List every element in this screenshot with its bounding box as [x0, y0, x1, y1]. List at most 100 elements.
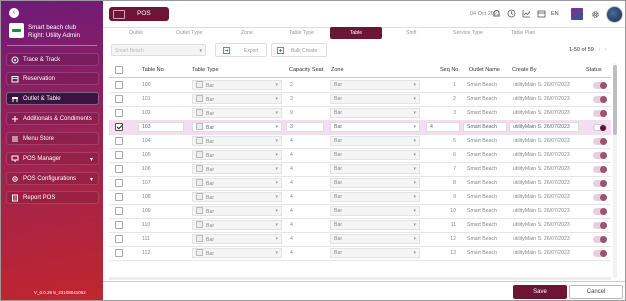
zone-select[interactable]: Bar ▾	[330, 150, 420, 160]
capacity-seat-field[interactable]: 3	[286, 94, 324, 104]
seq-no-field[interactable]: 11	[426, 220, 460, 230]
row-checkbox[interactable]	[115, 179, 123, 187]
sidebar-item-report-pos[interactable]: Report POS	[6, 191, 99, 204]
tab-service-type[interactable]: Service Type	[453, 30, 483, 36]
table-no-field[interactable]: 109	[138, 206, 184, 216]
seq-no-field[interactable]: 3	[426, 108, 460, 118]
capacity-seat-field[interactable]: 9	[286, 108, 324, 118]
save-button[interactable]: Save	[513, 285, 567, 299]
gear-icon[interactable]	[591, 10, 600, 19]
table-row[interactable]: 108 Bar ▾ 4 Bar ▾ 9 Smart Beach utilityMain S. 2…	[109, 190, 611, 205]
table-no-field[interactable]: 105	[138, 150, 184, 160]
table-no-field[interactable]: 108	[138, 192, 184, 202]
zone-select[interactable]: Bar ▾	[330, 136, 420, 146]
col-seq-no[interactable]: Seq No.	[440, 67, 460, 73]
tab-outlet-type[interactable]: Outlet Type	[176, 30, 202, 36]
row-checkbox[interactable]	[115, 95, 123, 103]
table-row[interactable]: 100 Bar ▾ 2 Bar ▾ 1 Smart Beach utilityMain S. 2…	[109, 78, 611, 93]
seq-no-field[interactable]: 12	[426, 234, 460, 244]
status-toggle[interactable]	[593, 138, 607, 145]
seq-no-field[interactable]: 5	[426, 136, 460, 146]
col-zone[interactable]: Zone	[331, 67, 344, 73]
scrollbar-thumb[interactable]	[613, 65, 617, 135]
zone-select[interactable]: Bar ▾	[330, 178, 420, 188]
table-type-select[interactable]: Bar ▾	[192, 136, 282, 146]
table-type-select[interactable]: Bar ▾	[192, 234, 282, 244]
status-toggle[interactable]	[593, 166, 607, 173]
table-row[interactable]: 112 Bar ▾ 4 Bar ▾ 13 Smart Beach utilityMain S. …	[109, 246, 611, 261]
tab-shift[interactable]: Shift	[406, 30, 416, 36]
back-button[interactable]: ‹	[9, 8, 19, 18]
table-no-field[interactable]: 100	[138, 80, 184, 90]
seq-no-field[interactable]: 6	[426, 150, 460, 160]
table-type-select[interactable]: Bar ▾	[192, 108, 282, 118]
table-row[interactable]: 104 Bar ▾ 4 Bar ▾ 5 Smart Beach utilityMain S. 2…	[109, 134, 611, 149]
status-toggle[interactable]	[593, 250, 607, 257]
status-toggle[interactable]	[593, 222, 607, 229]
status-toggle[interactable]	[593, 236, 607, 243]
col-table-type[interactable]: Table Type	[192, 67, 219, 73]
col-status[interactable]: Status	[586, 67, 602, 73]
zone-select[interactable]: Bar ▾	[330, 192, 420, 202]
zone-select[interactable]: Bar ▾	[330, 108, 420, 118]
row-checkbox[interactable]	[115, 123, 123, 131]
table-type-select[interactable]: Bar ▾	[192, 94, 282, 104]
table-row[interactable]: 107 Bar ▾ 4 Bar ▾ 8 Smart Beach utilityMain S. 2…	[109, 176, 611, 191]
seq-no-field[interactable]: 9	[426, 192, 460, 202]
table-type-select[interactable]: Bar ▾	[192, 248, 282, 258]
zone-select[interactable]: Bar ▾	[330, 206, 420, 216]
export-button[interactable]: Export	[215, 43, 267, 57]
zone-select[interactable]: Bar ▾	[330, 94, 420, 104]
row-checkbox[interactable]	[115, 207, 123, 215]
table-type-select[interactable]: Bar ▾	[192, 164, 282, 174]
capacity-seat-field[interactable]: 4	[286, 220, 324, 230]
table-type-select[interactable]: Bar ▾	[192, 192, 282, 202]
table-row[interactable]: 101 Bar ▾ 3 Bar ▾ 2 Smart Beach utilityMain S. 2…	[109, 92, 611, 107]
bell-icon[interactable]	[492, 9, 501, 18]
status-toggle[interactable]	[593, 124, 607, 131]
row-checkbox[interactable]	[115, 137, 123, 145]
table-no-field[interactable]: 112	[138, 248, 184, 258]
row-checkbox[interactable]	[115, 165, 123, 173]
tab-table-type[interactable]: Table Type	[289, 30, 314, 36]
table-row[interactable]: 111 Bar ▾ 4 Bar ▾ 12 Smart Beach utilityMain S. …	[109, 232, 611, 247]
seq-no-field[interactable]: 7	[426, 164, 460, 174]
seq-no-field[interactable]: 10	[426, 206, 460, 216]
table-no-field[interactable]: 104	[138, 136, 184, 146]
capacity-seat-field[interactable]: 4	[286, 192, 324, 202]
table-row[interactable]: 105 Bar ▾ 4 Bar ▾ 6 Smart Beach utilityMain S. 2…	[109, 148, 611, 163]
row-checkbox[interactable]	[115, 249, 123, 257]
sidebar-item-pos-manager[interactable]: POS Manager ▾	[6, 152, 99, 165]
zone-select[interactable]: Bar ▾	[330, 122, 420, 132]
sidebar-item-trace-track[interactable]: Trace & Track	[6, 53, 99, 66]
next-page-icon[interactable]: ›	[605, 47, 607, 53]
status-toggle[interactable]	[593, 208, 607, 215]
seq-no-field[interactable]: 4	[426, 122, 460, 132]
seq-no-field[interactable]: 2	[426, 94, 460, 104]
calendar-icon[interactable]	[537, 9, 546, 18]
table-row[interactable]: 106 Bar ▾ 4 Bar ▾ 7 Smart Beach utilityMain S. 2…	[109, 162, 611, 177]
table-type-select[interactable]: Bar ▾	[192, 206, 282, 216]
status-toggle[interactable]	[593, 110, 607, 117]
seq-no-field[interactable]: 8	[426, 178, 460, 188]
status-toggle[interactable]	[593, 152, 607, 159]
sidebar-item-pos-configurations[interactable]: POS Configurations ▾	[6, 172, 99, 185]
select-all-checkbox[interactable]	[115, 66, 123, 74]
zone-select[interactable]: Bar ▾	[330, 80, 420, 90]
sidebar-item-menu-store[interactable]: Menu Store	[6, 132, 99, 145]
table-row[interactable]: 110 Bar ▾ 4 Bar ▾ 11 Smart Beach utilityMain S. …	[109, 218, 611, 233]
table-type-select[interactable]: Bar ▾	[192, 220, 282, 230]
sidebar-item-outlet-table[interactable]: Outlet & Table	[6, 92, 99, 105]
row-checkbox[interactable]	[115, 221, 123, 229]
zone-select[interactable]: Bar ▾	[330, 164, 420, 174]
row-checkbox[interactable]	[115, 151, 123, 159]
horizontal-scrollbar[interactable]	[109, 277, 611, 280]
chevron-down-icon[interactable]: ▾	[90, 176, 93, 183]
col-outlet-name[interactable]: Outlet Name	[469, 67, 500, 73]
capacity-seat-field[interactable]: 4	[286, 178, 324, 188]
status-toggle[interactable]	[593, 82, 607, 89]
chart-icon[interactable]	[522, 9, 531, 18]
table-no-field[interactable]: 101	[138, 94, 184, 104]
sidebar-item-additionals[interactable]: Additionals & Condiments	[6, 112, 99, 125]
col-create-by[interactable]: Create By	[512, 67, 536, 73]
